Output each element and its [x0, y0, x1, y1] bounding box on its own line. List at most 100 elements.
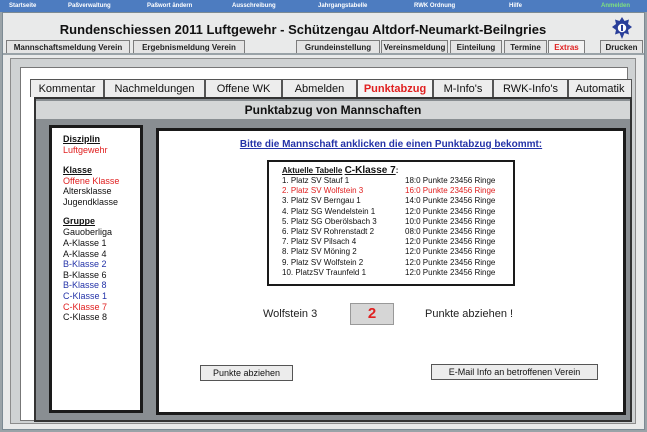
disziplin-luftgewehr[interactable]: Luftgewehr: [63, 145, 140, 156]
team-ringe: 23456 Ringe: [450, 176, 496, 185]
standings-row[interactable]: 8. Platz SV Möning 2 12:0 Punkte 23456 Rin…: [282, 247, 513, 257]
team-ringe: 23456 Ringe: [450, 267, 496, 277]
standings-row[interactable]: 5. Platz SG Oberölsbach 3 10:0 Punkte 2345…: [282, 217, 513, 227]
klasse-offene-klasse[interactable]: Offene Klasse: [63, 176, 140, 187]
gruppe-b-klasse-8[interactable]: B-Klasse 8: [63, 280, 140, 291]
team-punkte: 12:0 Punkte: [405, 237, 448, 247]
standings-heading-class: C-Klasse 7: [344, 165, 396, 176]
team-ringe: 23456 Ringe: [450, 247, 496, 257]
title-row: Rundenschiessen 2011 Luftgewehr - Schütz…: [3, 13, 644, 43]
deduction-line: Wolfstein 3 2 Punkte abziehen !: [159, 303, 623, 327]
standings-table: Aktuelle Tabelle C-Klasse 7: 1. Platz SV…: [267, 160, 515, 286]
app-title: Rundenschiessen 2011 Luftgewehr - Schütz…: [59, 22, 547, 37]
instruction-text: Bitte die Mannschaft anklicken die einen…: [239, 139, 543, 150]
klasse-jugendklasse[interactable]: Jugendklasse: [63, 197, 140, 208]
team-punkte: 12:0 Punkte: [405, 257, 448, 267]
tab-offene-wk[interactable]: Offene WK: [205, 79, 282, 97]
team-rank: 4. Platz SG Wendelstein 1: [282, 206, 376, 216]
team-punkte: 16:0 Punkte: [405, 186, 448, 196]
standings-row[interactable]: 4. Platz SG Wendelstein 1 12:0 Punkte 2345…: [282, 207, 513, 217]
gruppe-b-klasse-2[interactable]: B-Klasse 2: [63, 259, 140, 270]
standings-row[interactable]: 2. Platz SV Wolfstein 3 16:0 Punkte 23456 …: [282, 186, 513, 196]
tab-rwk-infos[interactable]: RWK-Info's: [493, 79, 568, 97]
team-punkte: 12:0 Punkte: [405, 206, 448, 216]
klasse-altersklasse[interactable]: Altersklasse: [63, 186, 140, 197]
punktabzug-content: Bitte die Mannschaft anklicken die einen…: [156, 128, 626, 415]
gruppe-a-klasse-4[interactable]: A-Klasse 4: [63, 249, 140, 260]
punkte-abziehen-button[interactable]: Punkte abziehen: [200, 365, 293, 381]
gruppe-c-klasse-8[interactable]: C-Klasse 8: [63, 312, 140, 323]
tab-drucken[interactable]: Drucken: [600, 40, 643, 53]
disziplin-heading: Disziplin: [63, 134, 101, 144]
tab-grundeinstellung[interactable]: Grundeinstellung: [296, 40, 380, 53]
team-rank: 8. Platz SV Möning 2: [282, 247, 357, 257]
nav-passverwaltung[interactable]: Paßverwaltung: [68, 3, 111, 9]
team-ringe: 23456 Ringe: [450, 216, 496, 226]
team-punkte: 12:0 Punkte: [405, 247, 448, 257]
team-ringe: 23456 Ringe: [450, 226, 496, 236]
nav-ausschreibung[interactable]: Ausschreibung: [232, 3, 276, 9]
team-rank: 10. PlatzSV Traunfeld 1: [282, 267, 367, 277]
team-ringe: 23456 Ringe: [450, 206, 496, 216]
team-rank: 6. Platz SV Rohrenstadt 2: [282, 226, 375, 236]
gruppe-c-klasse-1[interactable]: C-Klasse 1: [63, 291, 140, 302]
gruppe-gauoberliga[interactable]: Gauoberliga: [63, 227, 140, 238]
standings-rows: 1. Platz SV Stauf 1 18:0 Punkte 23456 Ring…: [282, 176, 513, 278]
team-rank: 2. Platz SV Wolfstein 3: [282, 186, 364, 196]
klasse-heading: Klasse: [63, 164, 93, 175]
team-rank: 7. Platz SV Pilsach 4: [282, 237, 357, 247]
tab-strip-divider: [3, 53, 644, 55]
team-rank: 1. Platz SV Stauf 1: [282, 176, 350, 185]
standings-heading: Aktuelle Tabelle C-Klasse 7:: [282, 165, 513, 176]
standings-row[interactable]: 9. Platz SV Wolfstein 2 12:0 Punkte 23456 …: [282, 258, 513, 268]
main-area: Kommentar Nachmeldungen Offene WK Abmeld…: [10, 58, 636, 424]
team-rank: 9. Platz SV Wolfstein 2: [282, 257, 364, 267]
nav-startseite[interactable]: Startseite: [9, 3, 36, 9]
nav-passwort-aendern[interactable]: Paßwort ändern: [147, 3, 192, 9]
tab-termine[interactable]: Termine: [504, 40, 547, 53]
team-rank: 5. Platz SG Oberölsbach 3: [282, 216, 377, 226]
nav-rwk-ordnung[interactable]: RWK Ordnung: [414, 3, 455, 9]
team-punkte: 14:0 Punkte: [405, 196, 448, 206]
tab-kommentar[interactable]: Kommentar: [30, 79, 104, 97]
standings-row[interactable]: 3. Platz SV Berngau 1 14:0 Punkte 23456 Ri…: [282, 196, 513, 206]
standings-row[interactable]: 10. PlatzSV Traunfeld 1 12:0 Punkte 23456 …: [282, 268, 513, 278]
team-ringe: 23456 Ringe: [450, 257, 496, 267]
team-ringe: 23456 Ringe: [450, 196, 496, 206]
gruppe-a-klasse-1[interactable]: A-Klasse 1: [63, 238, 140, 249]
punktabzug-panel: Punktabzug von Mannschaften Disziplin Lu…: [34, 97, 632, 422]
tab-abmelden[interactable]: Abmelden: [282, 79, 357, 97]
nav-jahrgangstabelle[interactable]: Jahrgangstabelle: [318, 3, 367, 9]
tab-einteilung[interactable]: Einteilung: [450, 40, 502, 53]
nav-hilfe[interactable]: Hilfe: [509, 3, 522, 9]
tab-nachmeldungen[interactable]: Nachmeldungen: [104, 79, 205, 97]
standings-heading-prefix: Aktuelle Tabelle: [282, 166, 343, 175]
team-ringe: 23456 Ringe: [450, 186, 496, 196]
standings-row[interactable]: 1. Platz SV Stauf 1 18:0 Punkte 23456 Ring…: [282, 176, 513, 186]
team-ringe: 23456 Ringe: [450, 237, 496, 247]
panel-title: Punktabzug von Mannschaften: [36, 101, 630, 119]
selected-team-name: Wolfstein 3: [263, 308, 318, 320]
email-info-button[interactable]: E-Mail Info an betroffenen Verein: [431, 364, 598, 380]
tab-extras[interactable]: Extras: [548, 40, 585, 53]
nav-login[interactable]: Anmelden: [601, 3, 630, 9]
tab-automatik[interactable]: Automatik: [568, 79, 632, 97]
gruppe-c-klasse-7[interactable]: C-Klasse 7: [63, 302, 140, 313]
standings-heading-suffix: :: [395, 166, 399, 175]
gruppe-b-klasse-6[interactable]: B-Klasse 6: [63, 270, 140, 281]
team-punkte: 18:0 Punkte: [405, 176, 448, 185]
gruppe-heading: Gruppe: [63, 216, 96, 227]
tab-ergebnismeldung-verein[interactable]: Ergebnismeldung Verein: [133, 40, 245, 53]
points-input[interactable]: 2: [350, 303, 394, 325]
tab-mannschaftsmeldung-verein[interactable]: Mannschaftsmeldung Verein: [6, 40, 130, 53]
standings-row[interactable]: 6. Platz SV Rohrenstadt 2 08:0 Punkte 2345…: [282, 227, 513, 237]
tab-vereinsmeldung[interactable]: Vereinsmeldung: [381, 40, 448, 53]
club-logo-icon: [612, 17, 632, 39]
team-punkte: 10:0 Punkte: [405, 216, 448, 226]
points-suffix-label: Punkte abziehen !: [425, 308, 514, 320]
tab-punktabzug[interactable]: Punktabzug: [357, 79, 433, 97]
tab-m-infos[interactable]: M-Info's: [433, 79, 493, 97]
app-frame: Rundenschiessen 2011 Luftgewehr - Schütz…: [2, 12, 645, 430]
standings-row[interactable]: 7. Platz SV Pilsach 4 12:0 Punkte 23456 Ri…: [282, 237, 513, 247]
team-rank: 3. Platz SV Berngau 1: [282, 196, 361, 206]
